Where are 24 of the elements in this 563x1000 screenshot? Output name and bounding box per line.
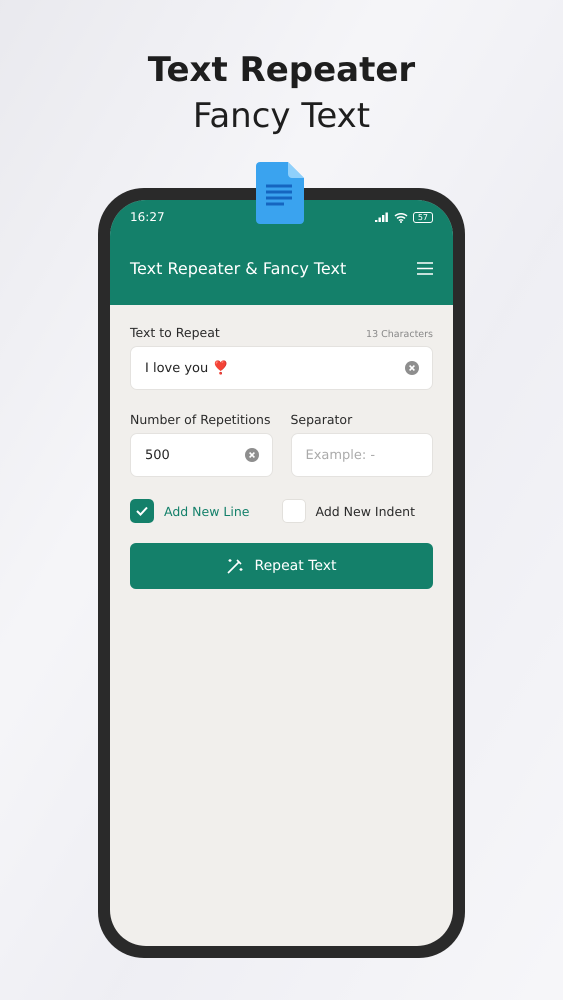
headline-title: Text Repeater (148, 50, 416, 90)
wifi-icon (394, 212, 408, 222)
repeat-text-button[interactable]: Repeat Text (130, 543, 433, 589)
field-label: Number of Repetitions (130, 412, 270, 427)
signal-icon (374, 212, 389, 222)
headline-subtitle: Fancy Text (192, 96, 370, 136)
battery-level: 57 (412, 212, 433, 222)
checkbox-label: Add New Indent (316, 504, 415, 518)
status-time: 16:27 (130, 210, 165, 224)
field-label: Text to Repeat (130, 325, 220, 340)
check-icon (136, 506, 148, 516)
character-count: 13 Characters (366, 329, 433, 340)
checkbox[interactable] (130, 499, 154, 523)
app-title: Text Repeater & Fancy Text (130, 259, 346, 278)
repetitions-field[interactable]: 500 (130, 433, 272, 477)
menu-icon[interactable] (417, 262, 433, 275)
field-label: Separator (290, 412, 352, 427)
separator-field[interactable]: Example: - (290, 433, 433, 477)
clear-icon[interactable] (405, 361, 419, 375)
clear-icon[interactable] (244, 448, 258, 462)
text-input-field[interactable]: I love you ❣ (130, 346, 433, 390)
checkbox-label: Add New Line (164, 504, 250, 518)
document-icon (256, 162, 304, 224)
magic-wand-icon (226, 557, 244, 575)
